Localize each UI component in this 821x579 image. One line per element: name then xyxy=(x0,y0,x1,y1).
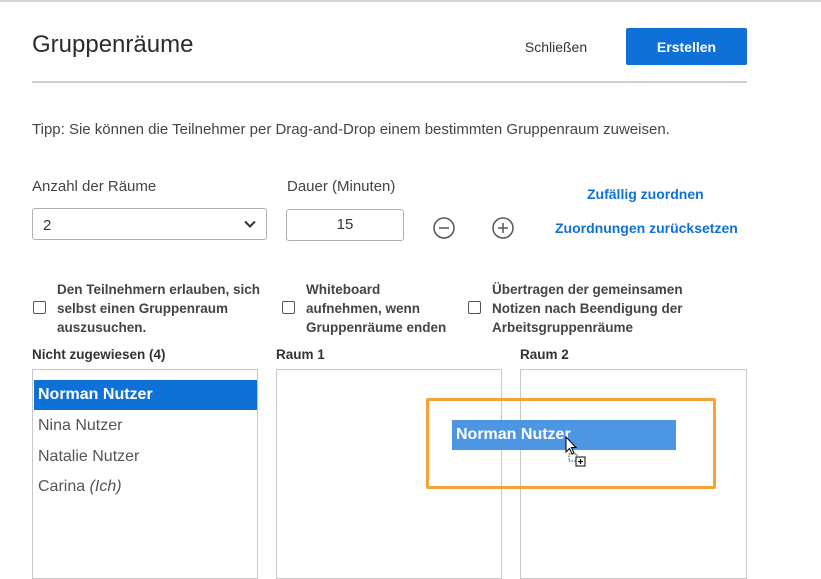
top-border xyxy=(0,0,821,2)
list-item[interactable]: Carina (Ich) xyxy=(34,472,257,502)
option-line: Whiteboard xyxy=(306,282,381,297)
rooms-count-select[interactable]: 2 xyxy=(32,208,267,240)
minus-circle-icon[interactable] xyxy=(432,216,456,240)
room2-header: Raum 2 xyxy=(520,347,569,362)
record-whiteboard-checkbox[interactable] xyxy=(282,301,295,314)
unassigned-list[interactable]: Norman Nutzer Nina Nutzer Natalie Nutzer… xyxy=(32,369,258,579)
transfer-notes-checkbox[interactable] xyxy=(468,301,481,314)
reset-assign-link[interactable]: Zuordnungen zurücksetzen xyxy=(555,220,738,236)
allow-self-select-checkbox[interactable] xyxy=(33,301,46,314)
option-line: selbst einen Gruppenraum xyxy=(57,301,229,316)
participant-name: Carina xyxy=(38,478,86,495)
create-button[interactable]: Erstellen xyxy=(626,28,747,65)
chevron-down-icon xyxy=(244,220,256,228)
option-line: Übertragen der gemeinsamen xyxy=(492,282,683,297)
option-line: Den Teilnehmern erlauben, sich xyxy=(57,282,261,297)
dragged-participant[interactable]: Norman Nutzer xyxy=(452,420,676,450)
list-item[interactable]: Natalie Nutzer xyxy=(34,442,257,472)
self-suffix: (Ich) xyxy=(89,478,122,495)
duration-label: Dauer (Minuten) xyxy=(287,178,396,195)
plus-circle-icon[interactable] xyxy=(491,216,515,240)
close-button[interactable]: Schließen xyxy=(510,29,602,65)
option-line: Notizen nach Beendigung der xyxy=(492,301,683,316)
transfer-notes-label: Übertragen der gemeinsamen Notizen nach … xyxy=(492,280,683,337)
participant-name: Norman Nutzer xyxy=(38,386,153,403)
room1-header: Raum 1 xyxy=(276,347,325,362)
rooms-count-label: Anzahl der Räume xyxy=(32,178,157,195)
list-item[interactable]: Nina Nutzer xyxy=(34,411,257,441)
unassigned-header: Nicht zugewiesen (4) xyxy=(32,347,166,362)
allow-self-select-label: Den Teilnehmern erlauben, sich selbst ei… xyxy=(57,280,260,337)
rooms-count-value: 2 xyxy=(43,217,52,234)
list-item[interactable]: Norman Nutzer xyxy=(34,380,257,410)
option-line: Arbeitsgruppenräume xyxy=(492,320,634,335)
option-line: auszusuchen. xyxy=(57,320,147,335)
duration-input[interactable]: 15 xyxy=(286,209,404,241)
option-line: aufnehmen, wenn xyxy=(306,301,421,316)
random-assign-link[interactable]: Zufällig zuordnen xyxy=(587,186,704,202)
record-whiteboard-label: Whiteboard aufnehmen, wenn Gruppenräume … xyxy=(306,280,446,337)
dialog-title: Gruppenräume xyxy=(32,31,194,58)
header-divider xyxy=(32,81,747,83)
drag-copy-cursor-icon xyxy=(565,436,586,467)
option-line: Gruppenräume enden xyxy=(306,320,447,335)
participant-name: Nina Nutzer xyxy=(38,417,123,434)
tip-text: Tipp: Sie können die Teilnehmer per Drag… xyxy=(32,121,670,138)
participant-name: Natalie Nutzer xyxy=(38,448,140,465)
